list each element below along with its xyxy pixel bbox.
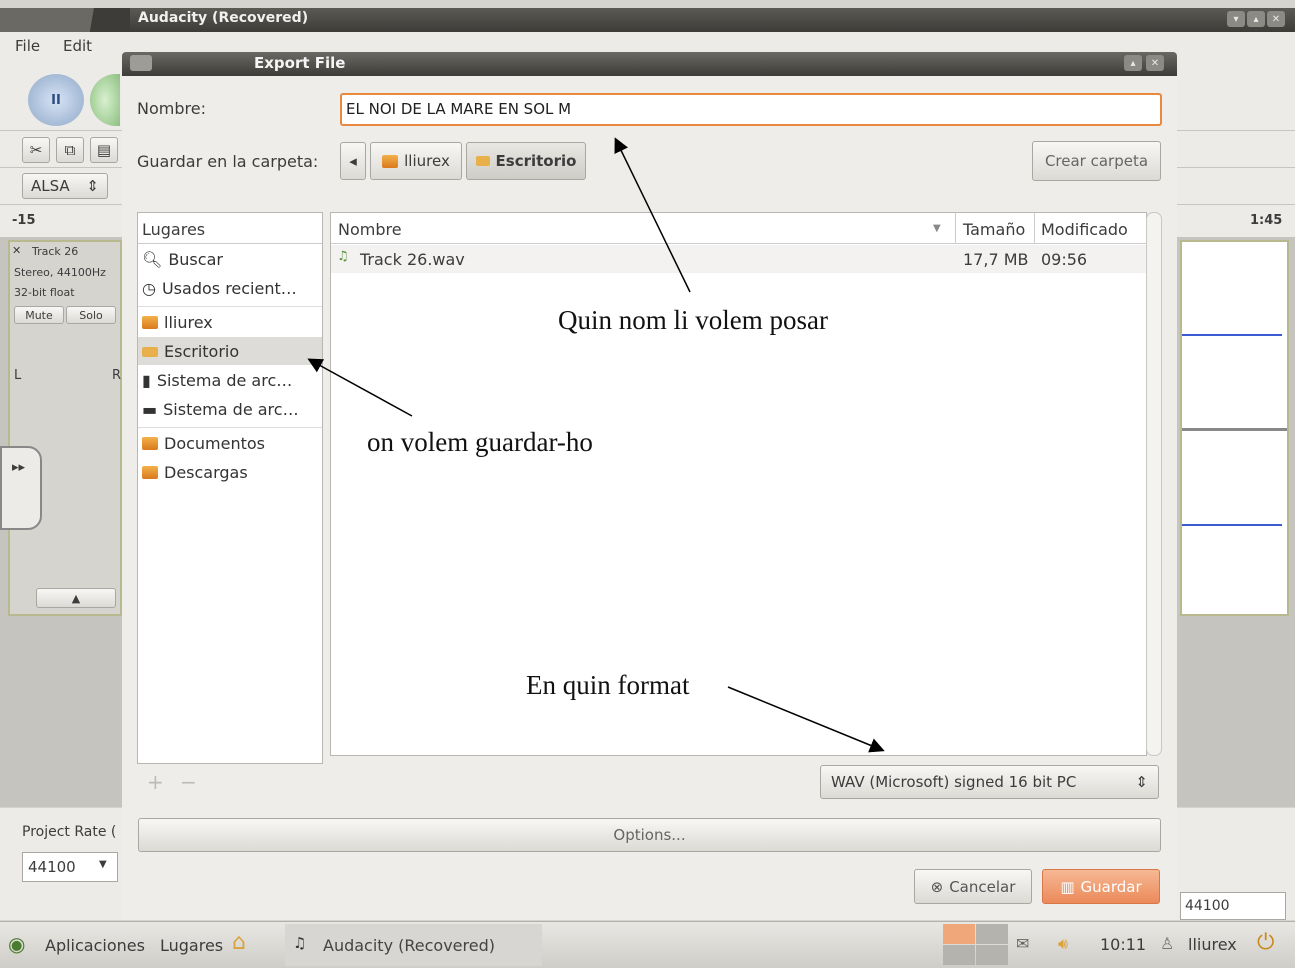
mail-icon[interactable]: ✉ [1016,934,1029,953]
places-menu[interactable]: Lugares [160,936,223,955]
task-audacity[interactable]: ♫ Audacity (Recovered) [285,924,542,966]
arrow-to-format [727,686,885,753]
arrow-to-name [614,137,691,293]
annotation-folder: on volem guardar-ho [367,427,593,457]
workspace-3[interactable] [943,945,975,965]
task-audacity-label: Audacity (Recovered) [323,936,495,955]
arrow-to-folder [307,358,413,417]
workspace-1[interactable] [943,924,975,944]
applications-menu[interactable]: Aplicaciones [45,936,145,955]
annotation-name: Quin nom li volem posar [558,305,828,335]
clock[interactable]: 10:11 [1100,935,1146,954]
user-name[interactable]: lliurex [1188,935,1237,954]
annotation-arrows [307,137,885,753]
taskbar: ◉ Aplicaciones Lugares ⌂ ♫ Audacity (Rec… [0,921,1295,968]
ubuntu-logo-icon: ◉ [8,932,26,956]
workspace-2[interactable] [976,924,1008,944]
volume-icon[interactable]: 🔊︎ [1058,934,1068,954]
headphones-icon: ♫ [293,934,307,952]
annotation-format: En quin format [526,670,690,700]
user-icon: ♙ [1160,934,1175,953]
desktop-icon[interactable]: ⌂ [232,930,246,955]
workspace-4[interactable] [976,945,1008,965]
power-icon[interactable]: ⏻ [1257,930,1274,955]
